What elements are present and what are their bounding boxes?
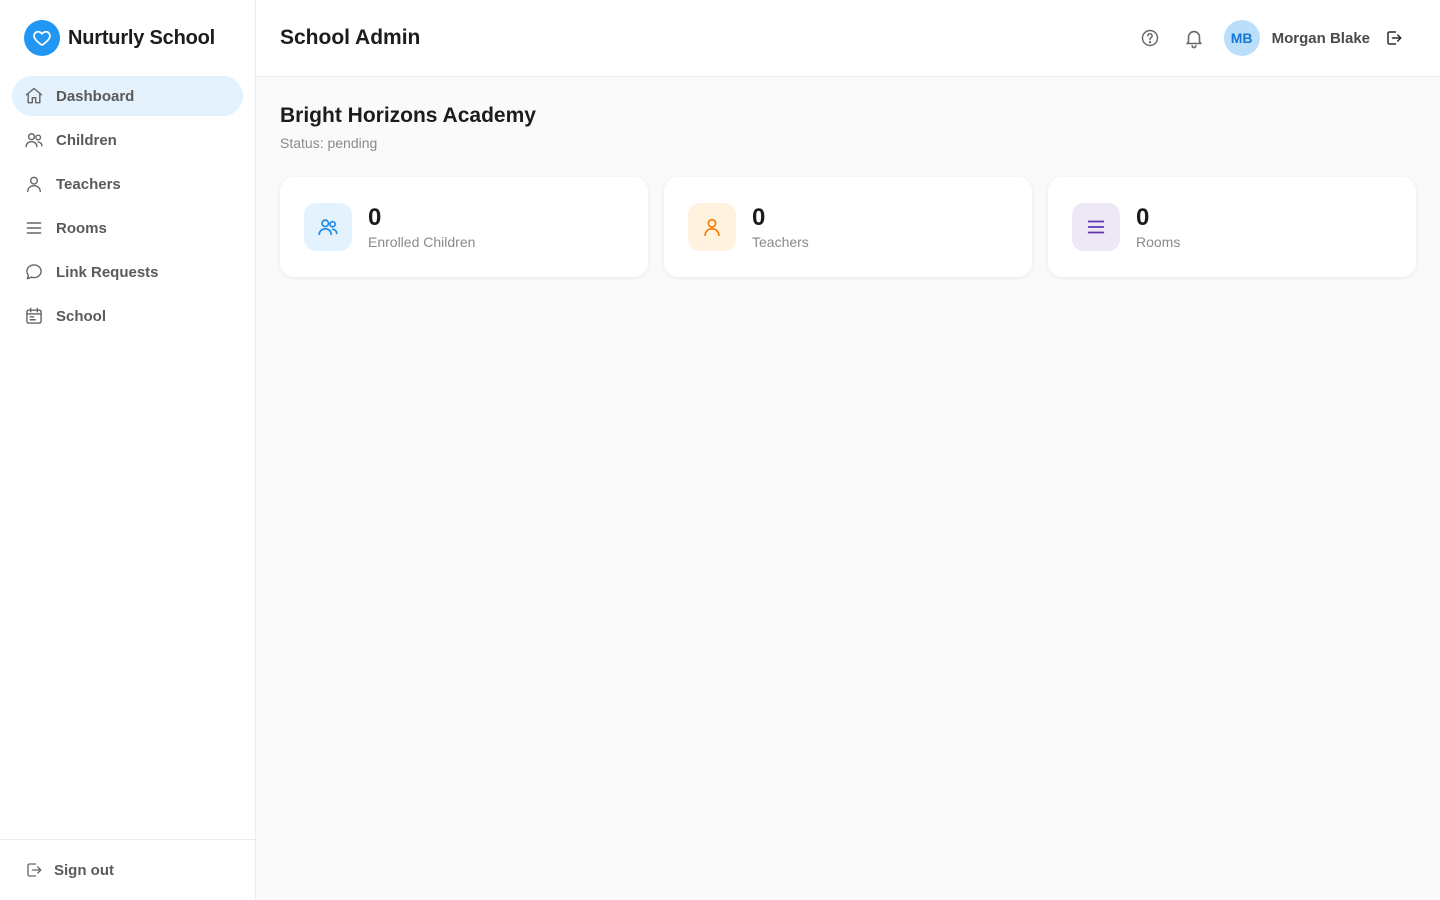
sidebar-footer: Sign out [0,839,255,900]
sidebar-item-teachers[interactable]: Teachers [12,164,243,204]
sidebar-item-label: Dashboard [56,87,135,105]
user-icon [688,203,736,251]
stat-card-teachers[interactable]: 0 Teachers [664,177,1032,277]
user-icon [24,174,44,194]
sign-out-label: Sign out [54,861,114,879]
header-actions: MB Morgan Blake [1138,20,1406,56]
heart-icon [24,20,60,56]
logout-icon[interactable] [1382,26,1406,50]
sidebar-item-label: Children [56,131,117,149]
brand-name: Nurturly School [68,26,216,49]
stat-value: 0 [752,204,766,231]
sidebar-item-school[interactable]: School [12,296,243,336]
top-header: School Admin MB Morgan Blake [256,0,1440,77]
sidebar: Nurturly School Dashboard Children Teach… [0,0,256,900]
sidebar-item-label: Rooms [56,219,107,237]
sidebar-item-label: Teachers [56,175,121,193]
stat-label: Rooms [1136,234,1181,250]
sidebar-item-label: School [56,307,107,325]
stat-card-enrolled-children[interactable]: 0 Enrolled Children [280,177,648,277]
stat-label: Teachers [752,234,809,250]
sidebar-item-dashboard[interactable]: Dashboard [12,76,243,116]
sidebar-item-link-requests[interactable]: Link Requests [12,252,243,292]
user-name: Morgan Blake [1271,29,1370,47]
message-icon [24,262,44,282]
bell-icon[interactable] [1182,26,1206,50]
sidebar-item-children[interactable]: Children [12,120,243,160]
help-icon[interactable] [1138,26,1162,50]
sidebar-item-label: Link Requests [56,263,159,281]
school-name: Bright Horizons Academy [280,104,536,127]
menu-icon [24,218,44,238]
sidebar-item-rooms[interactable]: Rooms [12,208,243,248]
page-title: School Admin [280,26,421,49]
sidebar-nav: Dashboard Children Teachers Rooms Link R… [12,76,243,340]
calendar-icon [24,306,44,326]
avatar[interactable]: MB [1223,20,1260,56]
sign-out-button[interactable]: Sign out [24,860,114,880]
stat-label: Enrolled Children [368,234,476,250]
logout-icon [24,860,44,880]
brand[interactable]: Nurturly School [24,20,215,56]
stats-cards: 0 Enrolled Children 0 Teachers 0 Rooms [280,177,1416,277]
stat-value: 0 [368,204,382,231]
school-status: Status: pending [280,135,378,151]
users-icon [304,203,352,251]
stat-card-rooms[interactable]: 0 Rooms [1048,177,1416,277]
menu-icon [1072,203,1120,251]
stat-value: 0 [1136,204,1150,231]
users-icon [24,130,44,150]
home-icon [24,86,44,106]
